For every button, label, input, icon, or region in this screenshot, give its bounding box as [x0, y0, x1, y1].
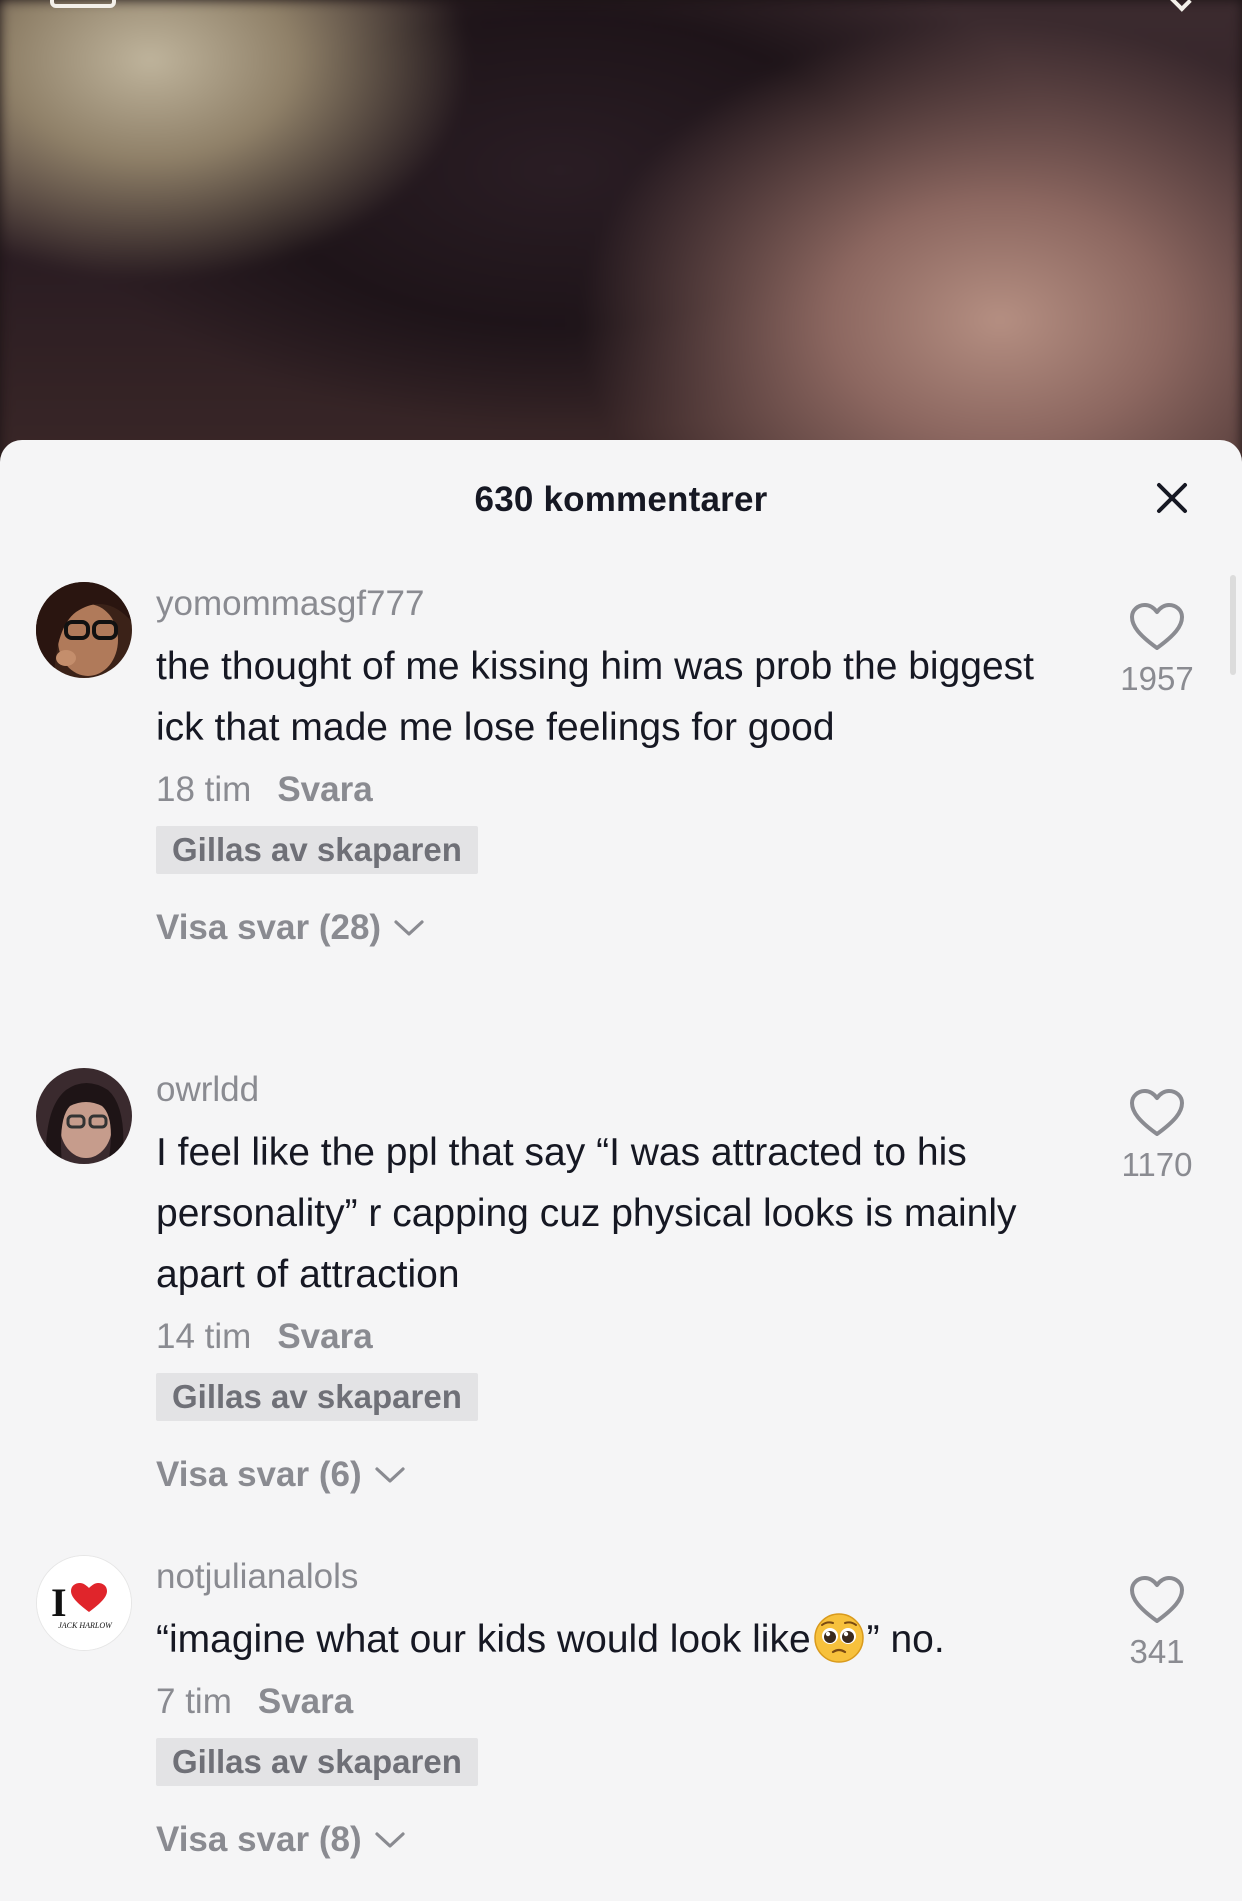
view-replies-label: Visa svar (6) [156, 1455, 362, 1494]
like-button[interactable]: 1957 [1092, 602, 1222, 698]
tiktok-comments-screen: 630 kommentarer yomommasgf777 the though… [0, 0, 1242, 1901]
liked-by-creator-badge: Gillas av skaparen [156, 826, 478, 874]
like-button[interactable]: 1170 [1092, 1088, 1222, 1184]
comment-meta: 18 tim Svara [156, 764, 1086, 816]
comment-body: owrldd I feel like the ppl that say “I w… [156, 1068, 1086, 1501]
like-button[interactable]: 341 [1092, 1575, 1222, 1671]
chevron-down-icon [374, 1830, 406, 1850]
chevron-down-icon [393, 918, 425, 938]
view-replies-button[interactable]: Visa svar (28) [156, 902, 1086, 954]
reply-button[interactable]: Svara [277, 770, 372, 810]
like-count: 1957 [1120, 660, 1194, 697]
comment-text-part: ” no. [866, 1618, 945, 1661]
like-count: 1170 [1121, 1146, 1193, 1183]
comment-text: “imagine what our kids would look like ”… [156, 1609, 1086, 1670]
liked-by-creator-badge: Gillas av skaparen [156, 1738, 478, 1786]
like-count: 341 [1129, 1633, 1185, 1670]
comments-header: 630 kommentarer [0, 440, 1242, 560]
video-background[interactable] [0, 0, 1242, 470]
reply-button[interactable]: Svara [258, 1682, 353, 1722]
close-button[interactable] [1152, 478, 1192, 518]
comment-text-part: “imagine what our kids would look like [156, 1618, 811, 1661]
chevron-down-icon [374, 1465, 406, 1485]
comment-time: 14 tim [156, 1317, 252, 1356]
video-top-left-icon[interactable] [50, 0, 116, 8]
comment-meta: 14 tim Svara [156, 1311, 1086, 1363]
comment-username[interactable]: owrldd [156, 1068, 1086, 1112]
heart-outline-icon [1130, 1576, 1184, 1623]
heart-outline-icon [1130, 603, 1184, 650]
heart-outline-icon [1130, 1089, 1184, 1136]
avatar[interactable] [36, 582, 132, 678]
avatar-letter: I [51, 1580, 67, 1625]
comment-username[interactable]: yomommasgf777 [156, 582, 1086, 626]
close-icon [1157, 483, 1187, 513]
view-replies-button[interactable]: Visa svar (6) [156, 1449, 1086, 1501]
view-replies-button[interactable]: Visa svar (8) [156, 1814, 1086, 1866]
comment-time: 18 tim [156, 770, 252, 809]
comment-time: 7 tim [156, 1682, 232, 1721]
liked-by-creator-badge: Gillas av skaparen [156, 1373, 478, 1421]
avatar[interactable] [36, 1068, 132, 1164]
comment-text: the thought of me kissing him was prob t… [156, 645, 1034, 749]
view-replies-label: Visa svar (8) [156, 1820, 362, 1859]
comment-meta: 7 tim Svara [156, 1676, 1086, 1728]
comments-sheet: 630 kommentarer yomommasgf777 the though… [0, 440, 1242, 1901]
scrollbar[interactable] [1230, 575, 1236, 675]
comment-text: I feel like the ppl that say “I was attr… [156, 1131, 1017, 1296]
pleading-face-emoji-icon [813, 1613, 864, 1663]
comment-body: notjulianalols “imagine what our kids wo… [156, 1555, 1086, 1866]
comment-body: yomommasgf777 the thought of me kissing … [156, 582, 1086, 954]
view-replies-label: Visa svar (28) [156, 908, 382, 947]
avatar-caption: JACK HARLOW [58, 1621, 113, 1630]
reply-button[interactable]: Svara [277, 1317, 372, 1357]
comments-count-title: 630 kommentarer [474, 480, 768, 519]
avatar[interactable]: I JACK HARLOW [36, 1555, 132, 1651]
comment-username[interactable]: notjulianalols [156, 1555, 1086, 1599]
